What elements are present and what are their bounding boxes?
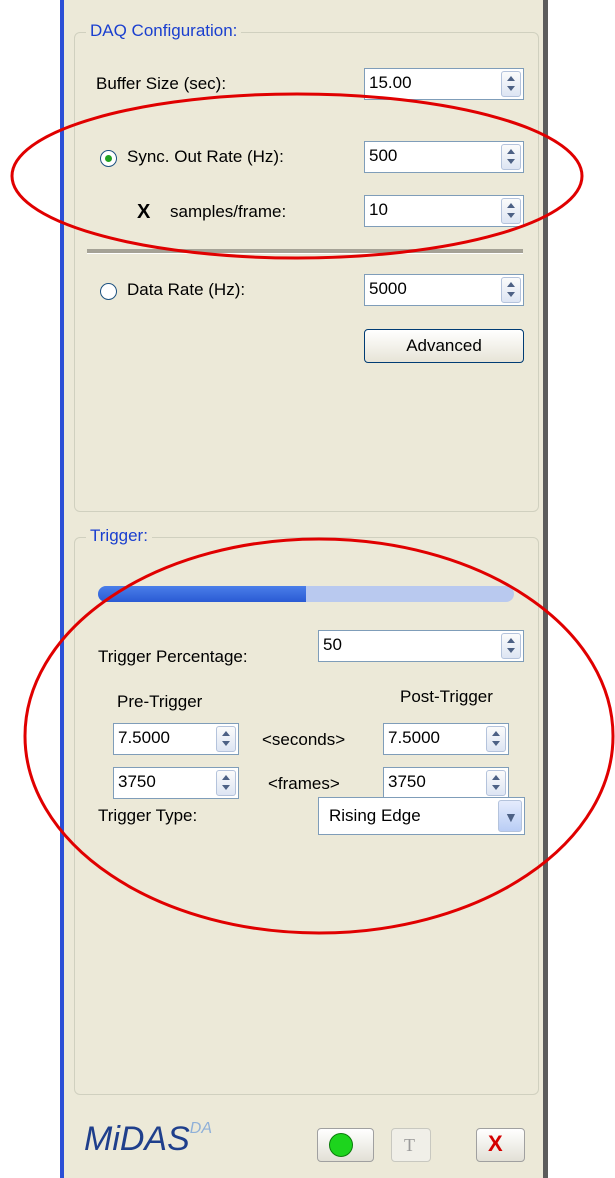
pre-trigger-label: Pre-Trigger bbox=[117, 692, 203, 711]
pre-frames-value: 3750 bbox=[118, 772, 156, 791]
buffer-size-value: 15.00 bbox=[369, 73, 412, 92]
close-x-icon: X bbox=[488, 1131, 503, 1156]
advanced-button[interactable]: Advanced bbox=[364, 329, 524, 363]
trigger-percentage-value: 50 bbox=[323, 635, 342, 654]
post-frames-value: 3750 bbox=[388, 772, 426, 791]
pre-seconds-spinner[interactable]: 7.5000 bbox=[113, 723, 239, 755]
data-rate-radio[interactable] bbox=[100, 283, 117, 300]
trigger-title: Trigger: bbox=[86, 526, 152, 546]
trigger-percentage-slider[interactable] bbox=[98, 586, 514, 602]
pre-seconds-value: 7.5000 bbox=[118, 728, 170, 747]
daq-separator bbox=[87, 249, 523, 254]
spin-arrows-icon[interactable] bbox=[501, 144, 521, 170]
spin-arrows-icon[interactable] bbox=[501, 277, 521, 303]
multiply-symbol: X bbox=[137, 201, 151, 223]
midas-logo: MiDASDA bbox=[84, 1120, 212, 1159]
sync-rate-label[interactable]: Sync. Out Rate (Hz): bbox=[127, 147, 284, 167]
daq-config-title: DAQ Configuration: bbox=[86, 21, 242, 41]
window-right-border bbox=[543, 0, 548, 1178]
post-seconds-value: 7.5000 bbox=[388, 728, 440, 747]
sync-rate-radio[interactable] bbox=[100, 150, 117, 167]
sync-rate-value: 500 bbox=[369, 146, 398, 165]
samples-per-frame-spinner[interactable]: 10 bbox=[364, 195, 524, 227]
daq-config-group bbox=[74, 32, 539, 512]
spin-arrows-icon[interactable] bbox=[216, 770, 236, 796]
spin-arrows-icon[interactable] bbox=[216, 726, 236, 752]
logo-main-text: MiDAS bbox=[84, 1120, 190, 1158]
post-frames-spinner[interactable]: 3750 bbox=[383, 767, 509, 799]
seconds-unit-label: <seconds> bbox=[262, 730, 346, 749]
spin-arrows-icon[interactable] bbox=[501, 71, 521, 97]
logo-superscript: DA bbox=[189, 1120, 213, 1137]
start-button[interactable] bbox=[317, 1128, 374, 1162]
close-button[interactable]: X bbox=[476, 1128, 525, 1162]
buffer-size-spinner[interactable]: 15.00 bbox=[364, 68, 524, 100]
trigger-button[interactable]: T bbox=[391, 1128, 431, 1162]
sync-rate-spinner[interactable]: 500 bbox=[364, 141, 524, 173]
trigger-type-select[interactable]: Rising Edge ▼ bbox=[318, 797, 525, 835]
data-rate-spinner[interactable]: 5000 bbox=[364, 274, 524, 306]
post-trigger-label: Post-Trigger bbox=[400, 687, 493, 706]
samples-per-frame-label: samples/frame: bbox=[170, 202, 287, 221]
t-icon: T bbox=[404, 1135, 415, 1155]
trigger-type-label: Trigger Type: bbox=[98, 806, 198, 825]
buffer-size-label: Buffer Size (sec): bbox=[96, 74, 227, 93]
dropdown-arrow-icon[interactable]: ▼ bbox=[498, 800, 522, 832]
samples-per-frame-value: 10 bbox=[369, 200, 388, 219]
green-dot-icon bbox=[329, 1133, 353, 1157]
post-seconds-spinner[interactable]: 7.5000 bbox=[383, 723, 509, 755]
spin-arrows-icon[interactable] bbox=[501, 198, 521, 224]
spin-arrows-icon[interactable] bbox=[501, 633, 521, 659]
data-rate-value: 5000 bbox=[369, 279, 407, 298]
trigger-percentage-spinner[interactable]: 50 bbox=[318, 630, 524, 662]
trigger-percentage-fill bbox=[98, 586, 306, 602]
data-rate-label[interactable]: Data Rate (Hz): bbox=[127, 280, 245, 300]
frames-unit-label: <frames> bbox=[268, 774, 340, 793]
trigger-percentage-label: Trigger Percentage: bbox=[98, 647, 248, 666]
trigger-type-value: Rising Edge bbox=[329, 806, 421, 825]
spin-arrows-icon[interactable] bbox=[486, 770, 506, 796]
spin-arrows-icon[interactable] bbox=[486, 726, 506, 752]
window: DAQ Configuration: Buffer Size (sec): 15… bbox=[0, 0, 548, 1178]
pre-frames-spinner[interactable]: 3750 bbox=[113, 767, 239, 799]
